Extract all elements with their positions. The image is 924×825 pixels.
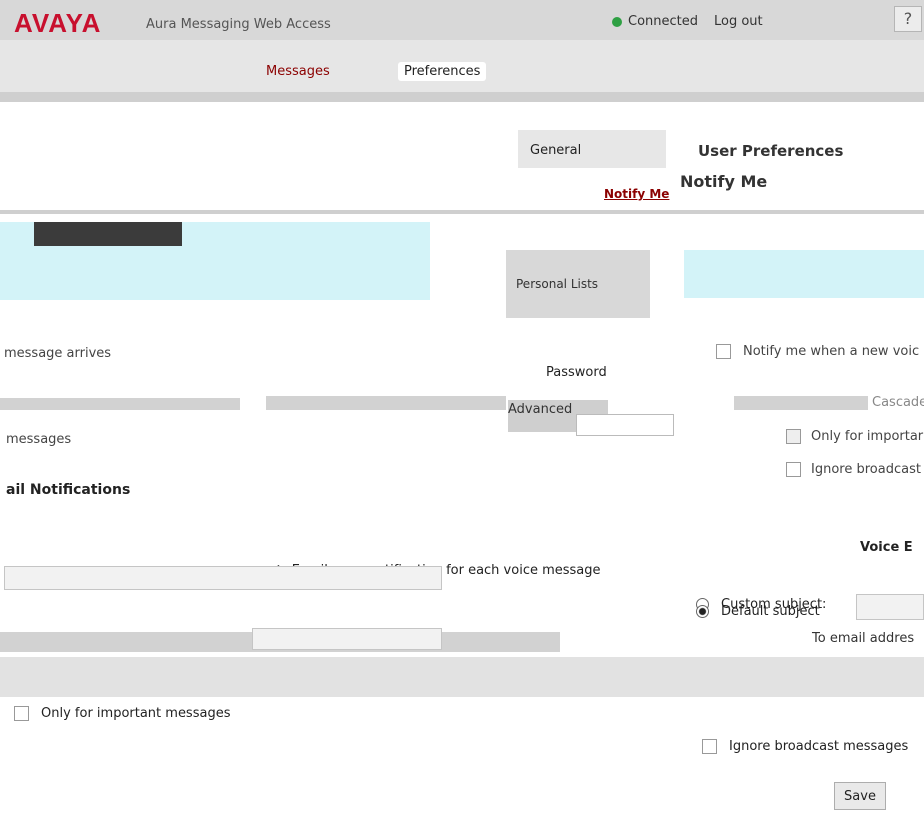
tab-preferences[interactable]: Preferences (398, 62, 487, 81)
help-icon[interactable]: ? (894, 6, 922, 32)
app-title: Aura Messaging Web Access (146, 17, 331, 32)
to-email-label: To email addres (812, 631, 915, 646)
nav-divider (0, 92, 924, 102)
status-dot-icon (612, 16, 622, 27)
phone-number-field[interactable] (266, 396, 506, 410)
cascade-label: Cascade (872, 395, 924, 410)
only-important-checkbox[interactable] (14, 706, 29, 721)
section-title: User Preferences (698, 142, 844, 160)
email-notifications-heading: ail Notifications (6, 482, 131, 498)
voice-email-heading: Voice E (860, 540, 913, 555)
top-bar (0, 0, 924, 40)
header-divider (0, 210, 924, 214)
sidebar-item-notify-me[interactable]: Notify Me (604, 187, 669, 201)
ignore-broadcast-right-checkbox[interactable] (786, 462, 801, 477)
ignore-broadcast-row[interactable]: Ignore broadcast messages (702, 739, 908, 754)
avaya-logo: AVAYA (14, 8, 102, 38)
only-important-row[interactable]: Only for important messages (14, 706, 230, 721)
info-panel (684, 250, 924, 298)
email-address-field[interactable] (4, 566, 442, 590)
message-arrives-label: message arrives (4, 346, 112, 361)
ignore-broadcast-label: Ignore broadcast messages (729, 739, 909, 754)
cascade-bar (734, 396, 868, 410)
only-important-right-row[interactable]: Only for importar (786, 429, 923, 444)
tab-messages[interactable]: Messages (266, 64, 330, 79)
phone-field-bar (0, 398, 240, 410)
notify-new-voice-checkbox[interactable] (716, 344, 731, 359)
advanced-input[interactable] (576, 414, 674, 436)
messages-label: messages (6, 432, 72, 447)
sidebar-item-general[interactable]: General (518, 130, 666, 168)
only-important-right-checkbox[interactable] (786, 429, 801, 444)
email-divider-bar (0, 657, 924, 697)
default-subject-row[interactable]: Default subject (696, 604, 820, 619)
default-subject-radio[interactable] (696, 605, 709, 618)
sidebar-item-personal-lists[interactable]: Personal Lists (506, 250, 650, 318)
logout-link[interactable]: Log out (714, 14, 763, 29)
status-text: Connected (628, 14, 699, 29)
default-subject-label: Default subject (721, 604, 820, 619)
only-important-label: Only for important messages (41, 706, 231, 721)
sidebar-item-password[interactable]: Password (546, 365, 607, 380)
ignore-broadcast-right-row[interactable]: Ignore broadcast (786, 462, 921, 477)
only-important-right-label: Only for importar (811, 429, 924, 444)
email-secondary-field[interactable] (252, 628, 442, 650)
save-button[interactable]: Save (834, 782, 886, 810)
ignore-broadcast-checkbox[interactable] (702, 739, 717, 754)
dark-action-button[interactable] (34, 222, 182, 246)
ignore-broadcast-right-label: Ignore broadcast (811, 462, 921, 477)
custom-subject-input[interactable] (856, 594, 924, 620)
notify-new-voice-row[interactable]: Notify me when a new voic (716, 344, 919, 359)
page-title: Notify Me (680, 172, 768, 191)
connection-status: Connected (612, 14, 698, 29)
notify-new-voice-label: Notify me when a new voic (743, 344, 920, 359)
